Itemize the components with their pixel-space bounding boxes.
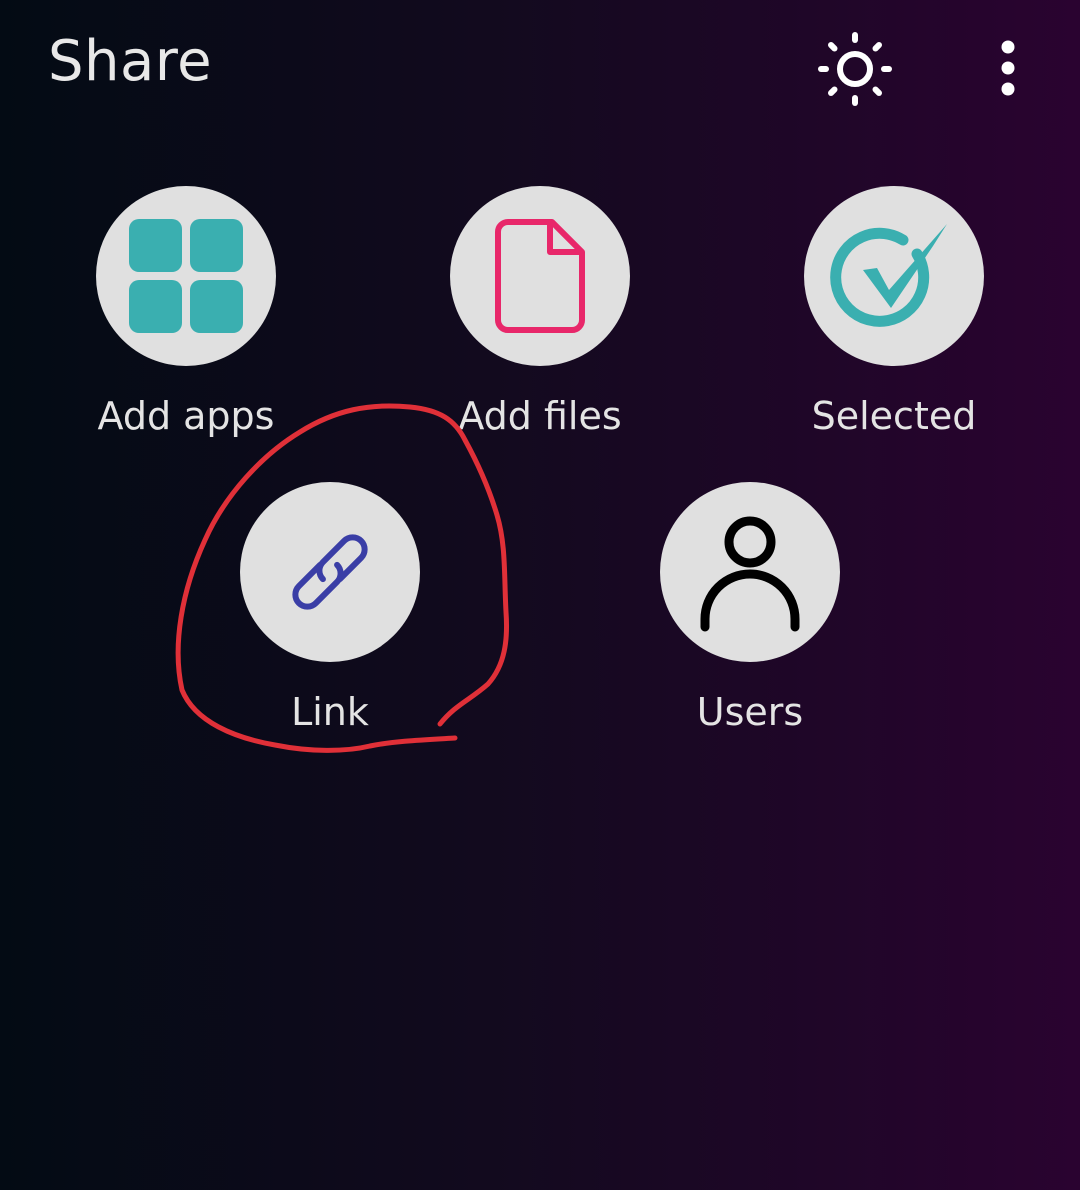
apps-grid-icon: [129, 219, 243, 333]
link-icon: [292, 534, 368, 610]
brightness-icon: [818, 32, 892, 106]
add-files-button[interactable]: Add files: [390, 186, 690, 456]
selected-icon-circle: [804, 186, 984, 366]
more-vertical-icon: [1001, 40, 1015, 96]
brightness-button[interactable]: [812, 26, 898, 112]
user-icon: [700, 516, 800, 632]
check-circle-icon: [830, 224, 947, 327]
users-icon-circle: [660, 482, 840, 662]
link-label: Link: [291, 690, 369, 734]
more-options-button[interactable]: [978, 30, 1038, 106]
users-button[interactable]: Users: [600, 482, 900, 752]
link-button[interactable]: Link: [180, 482, 480, 752]
red-annotation-circle: [175, 403, 509, 753]
selected-label: Selected: [811, 394, 977, 438]
add-apps-icon-circle: [96, 186, 276, 366]
add-apps-button[interactable]: Add apps: [36, 186, 336, 456]
page-title: Share: [48, 29, 213, 94]
selected-button[interactable]: Selected: [744, 186, 1044, 456]
link-icon-circle: [240, 482, 420, 662]
add-files-icon-circle: [450, 186, 630, 366]
add-apps-label: Add apps: [97, 394, 275, 438]
file-icon: [495, 219, 585, 333]
add-files-label: Add files: [458, 394, 622, 438]
users-label: Users: [696, 690, 804, 734]
